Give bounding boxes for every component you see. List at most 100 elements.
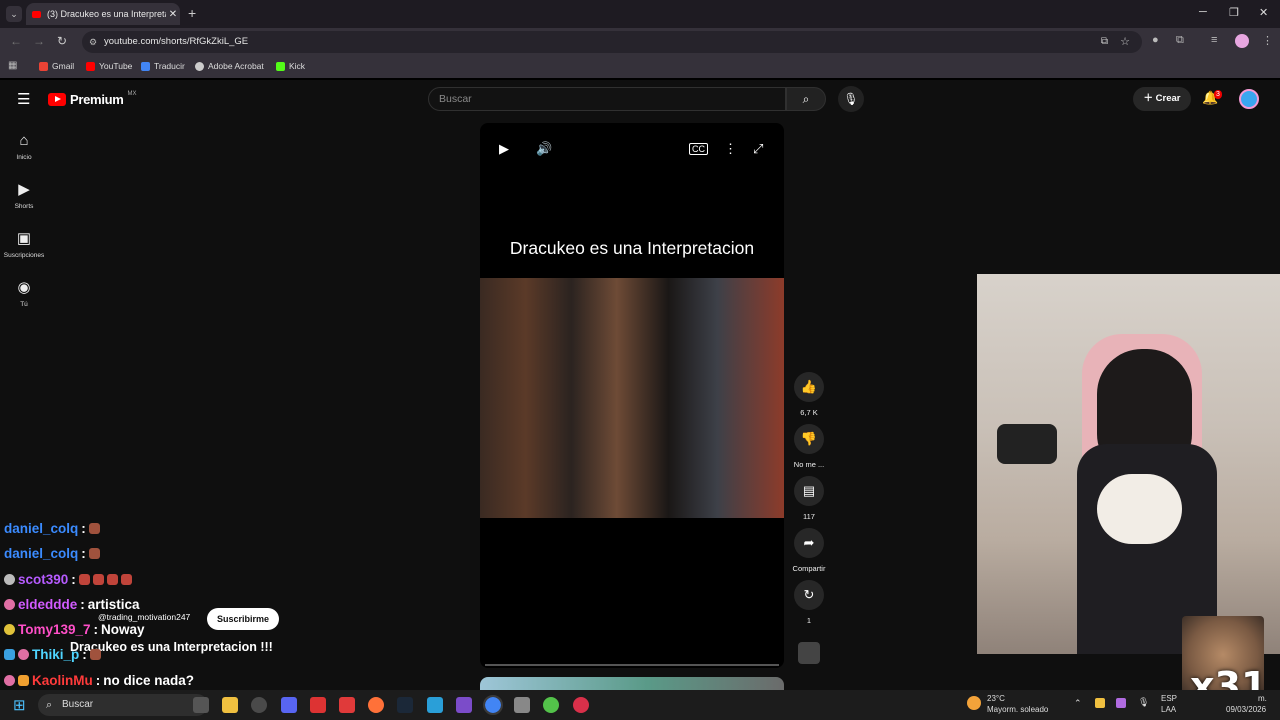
youtube-premium-logo[interactable]: Premium MX	[48, 90, 137, 107]
chat-username: scot390	[18, 572, 69, 587]
bookmark-label: Adobe Acrobat	[208, 61, 264, 71]
sidebar-item-suscripciones[interactable]: ▣ Suscripciones	[0, 230, 48, 259]
chat-username: eldeddde	[18, 597, 78, 612]
bookmark-youtube[interactable]: YouTube	[86, 61, 132, 71]
app-icon[interactable]	[543, 697, 559, 713]
weather-temp[interactable]: 23°C	[987, 694, 1005, 703]
chat-username: daniel_colq	[4, 521, 79, 536]
chat-separator: :	[93, 622, 99, 637]
obs-icon[interactable]	[456, 697, 472, 713]
browser-menu-icon[interactable]: ⋮	[1262, 34, 1273, 47]
tray-app-icon[interactable]	[1116, 698, 1126, 708]
close-tab-icon[interactable]: ✕	[166, 9, 180, 20]
firefox-icon[interactable]	[368, 697, 384, 713]
dislike-button[interactable]: 👎 No me ...	[792, 424, 826, 469]
media-control-icon[interactable]: ≡	[1211, 34, 1217, 46]
search-button[interactable]: ⌕	[786, 87, 826, 111]
fullscreen-icon[interactable]: ⤢	[753, 141, 763, 157]
minimize-button[interactable]: ─	[1199, 6, 1207, 18]
next-short-preview[interactable]	[480, 677, 784, 690]
extension-icon[interactable]: ●	[1152, 34, 1159, 46]
chevron-up-icon[interactable]: ⌃	[1074, 698, 1082, 709]
url-bar[interactable]: ⚙ youtube.com/shorts/RfGkZkiL_GE ⧉ ☆	[82, 31, 1142, 53]
bookmark-gmail[interactable]: Gmail	[39, 61, 74, 71]
hamburger-menu-icon[interactable]: ☰	[17, 90, 30, 108]
chat-message: eldeddde: artistica	[4, 597, 140, 612]
app-icon[interactable]	[251, 697, 267, 713]
remix-button[interactable]: ↻ 1	[792, 580, 826, 625]
browser-tab-active[interactable]: (3) Dracukeo es una Interpretac ✕	[26, 3, 180, 25]
install-app-icon[interactable]: ⧉	[1101, 31, 1108, 53]
channel-name[interactable]: @trading_motivation247	[98, 612, 190, 622]
bookmark-label: Traducir	[154, 61, 185, 71]
create-button[interactable]: ＋ Crear	[1133, 87, 1191, 111]
play-icon[interactable]: ▶	[499, 141, 509, 157]
windows-start-icon[interactable]: ⊞	[13, 696, 26, 714]
shorts-player[interactable]: ▶ 🔊 CC ⋮ ⤢ Dracukeo es una Interpretacio…	[480, 123, 784, 668]
voice-search-button[interactable]: 🎙	[838, 86, 864, 112]
captions-icon[interactable]: CC	[689, 143, 708, 155]
close-window-button[interactable]: ✕	[1259, 6, 1268, 19]
search-input[interactable]: Buscar	[428, 87, 786, 111]
sidebar-item-inicio[interactable]: ⌂ Inicio	[0, 132, 48, 161]
chat-message: scot390:	[4, 572, 132, 587]
subscribe-button[interactable]: Suscribirme	[207, 608, 280, 630]
channel-avatar[interactable]	[798, 642, 820, 664]
badge-icon	[4, 649, 15, 660]
emote-icon	[88, 523, 100, 534]
thumbs-down-icon: 👎	[794, 424, 824, 454]
app-icon[interactable]	[573, 697, 589, 713]
file-explorer-icon[interactable]	[222, 697, 238, 713]
restore-button[interactable]: ❐	[1229, 6, 1239, 19]
chat-username: Thiki_p	[32, 647, 80, 662]
tray-app-icon[interactable]	[1095, 698, 1105, 708]
share-button[interactable]: ➦ Compartir	[792, 528, 826, 573]
reload-icon[interactable]: ↻	[57, 34, 67, 48]
comments-button[interactable]: ▤ 117	[792, 476, 826, 521]
you-icon: ◉	[17, 279, 31, 296]
sidebar-item-label: Tú	[20, 301, 28, 308]
gmail-icon	[39, 61, 48, 71]
like-button[interactable]: 👍 6,7 K	[792, 372, 826, 417]
logo-text: Premium	[70, 92, 124, 107]
bookmark-traducir[interactable]: Traducir	[141, 61, 185, 71]
moderator-badge-icon	[4, 574, 15, 585]
bookmark-adobe-acrobat[interactable]: Adobe Acrobat	[195, 61, 264, 71]
app-icon[interactable]	[310, 697, 326, 713]
emote-icon	[106, 574, 118, 585]
taskbar-search[interactable]: ⌕ Buscar	[38, 694, 208, 716]
task-view-icon[interactable]	[193, 697, 209, 713]
more-options-icon[interactable]: ⋮	[724, 141, 737, 157]
bookmark-star-icon[interactable]: ☆	[1120, 31, 1130, 53]
weather-desc[interactable]: Mayorm. soleado	[987, 705, 1048, 714]
steam-icon[interactable]	[397, 697, 413, 713]
discord-icon[interactable]	[281, 697, 297, 713]
video-progress-bar[interactable]	[485, 664, 779, 666]
sidebar-item-shorts[interactable]: ▶ Shorts	[0, 181, 48, 210]
app-icon[interactable]	[339, 697, 355, 713]
new-tab-button[interactable]: +	[188, 5, 196, 21]
clock-time[interactable]: m.	[1258, 694, 1267, 703]
app-icon[interactable]	[514, 697, 530, 713]
chrome-icon[interactable]	[483, 695, 503, 715]
site-info-icon[interactable]: ⚙	[89, 31, 97, 53]
share-icon: ➦	[794, 528, 824, 558]
volume-icon[interactable]: 🔊	[536, 141, 552, 157]
microphone-icon[interactable]: 🎙	[1138, 697, 1149, 708]
extensions-puzzle-icon[interactable]: ⧉	[1176, 34, 1184, 47]
logo-region: MX	[127, 90, 137, 97]
sidebar-item-tu[interactable]: ◉ Tú	[0, 279, 48, 308]
avatar[interactable]	[1239, 89, 1259, 109]
emote-icon	[89, 649, 101, 660]
forward-icon[interactable]: →	[33, 34, 45, 48]
tab-search-dropdown[interactable]: ⌄	[6, 6, 22, 22]
profile-avatar[interactable]	[1235, 34, 1249, 48]
keyboard-layout[interactable]: LAA	[1161, 705, 1176, 714]
bookmark-kick[interactable]: Kick	[276, 61, 305, 71]
weather-icon[interactable]	[967, 696, 981, 710]
app-icon[interactable]	[427, 697, 443, 713]
keyboard-language[interactable]: ESP	[1161, 694, 1177, 703]
apps-grid-icon[interactable]: ▦	[8, 60, 17, 71]
clock-date[interactable]: 09/03/2026	[1226, 705, 1266, 714]
back-icon[interactable]: ←	[10, 34, 22, 48]
